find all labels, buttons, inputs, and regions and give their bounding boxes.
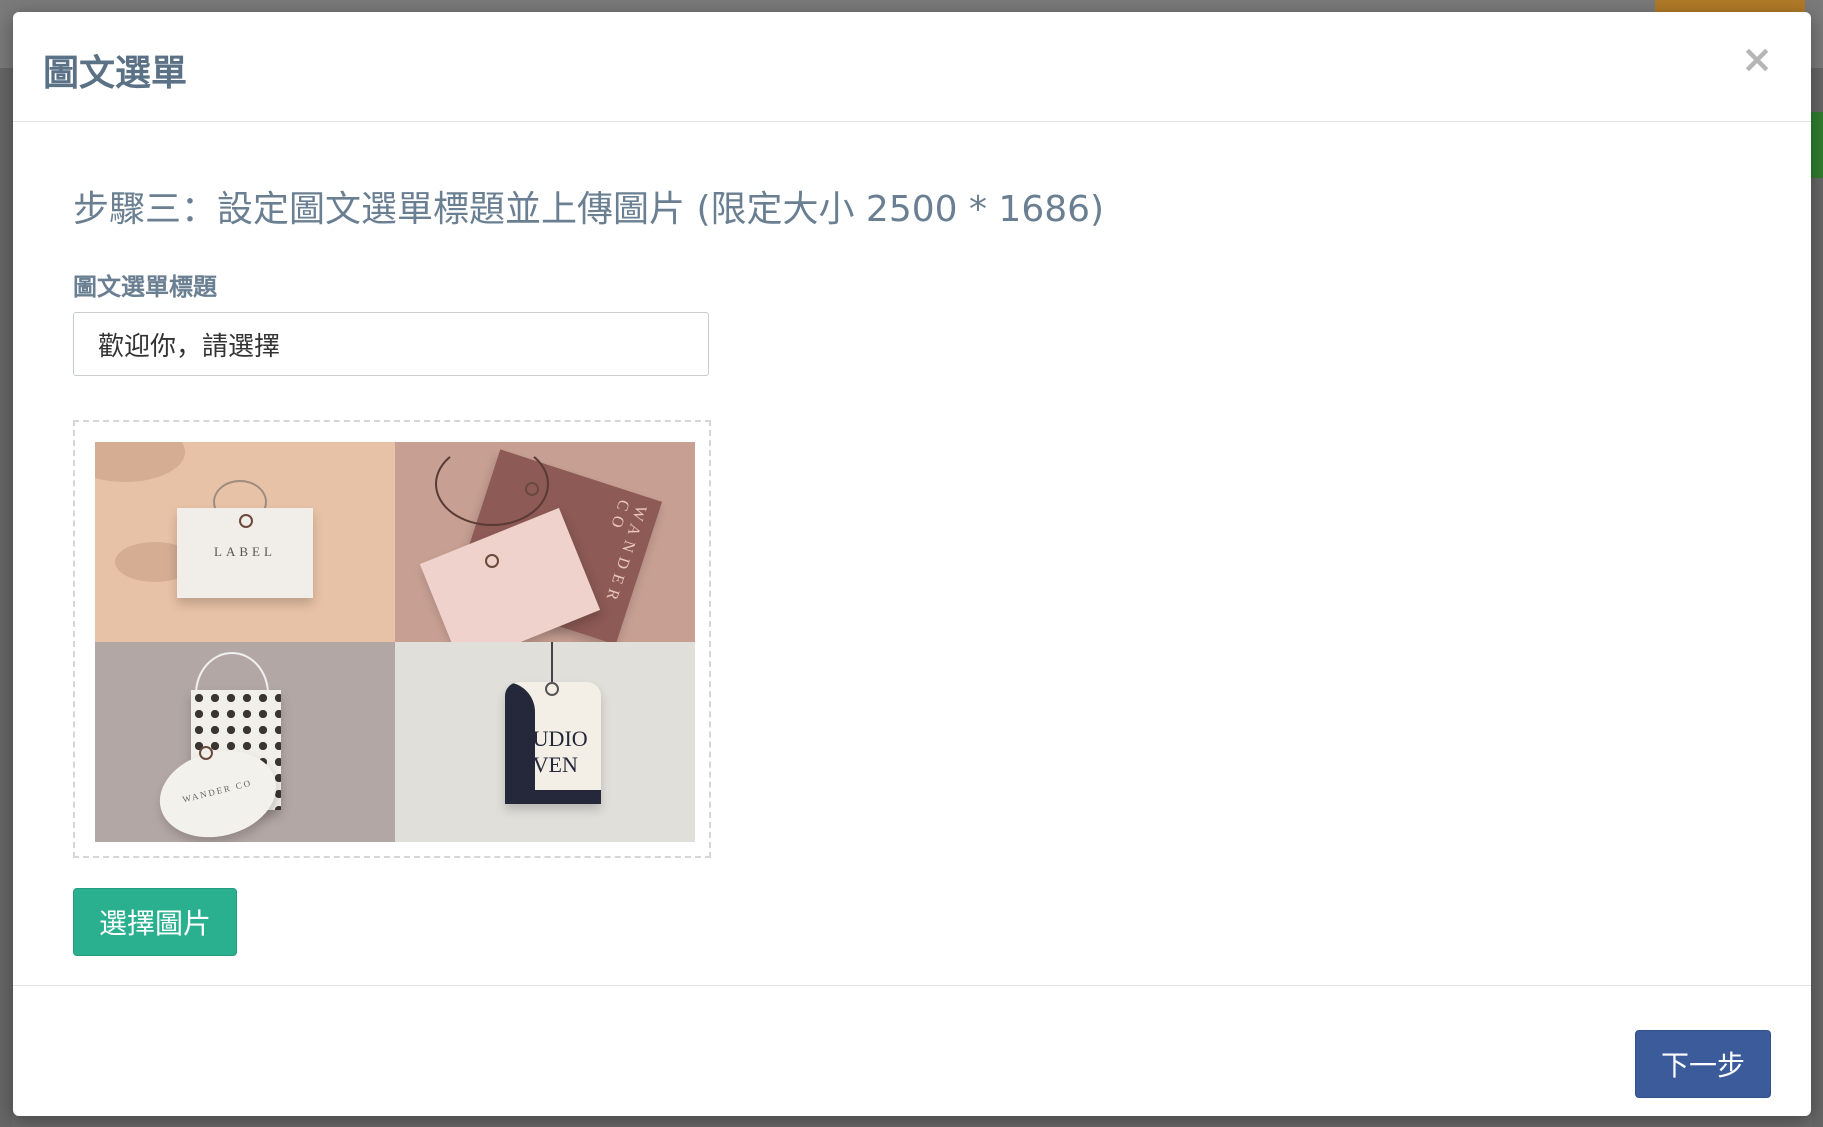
next-step-button[interactable]: 下一步 [1635,1030,1771,1098]
rich-menu-modal: 圖文選單 × 步驟三：設定圖文選單標題並上傳圖片 (限定大小 2500 * 16… [13,12,1811,1116]
image-preview: LABEL WANDER CO WANDER CO STUDIO SEVEN [95,442,695,842]
preview-tile-label: LABEL [95,442,395,642]
modal-title: 圖文選單 [43,53,188,94]
studio-tag: STUDIO SEVEN [505,682,601,804]
background-footer [12,1115,1812,1127]
title-field-label: 圖文選單標題 [73,273,217,301]
modal-footer: 下一步 [13,985,1811,1116]
preview-tile-wander: WANDER CO [395,442,695,642]
round-tag-text: WANDER CO [181,777,254,805]
preview-tile-studio: STUDIO SEVEN [395,642,695,842]
label-tag-text: LABEL [214,544,276,559]
step-heading: 步驟三：設定圖文選單標題並上傳圖片 (限定大小 2500 * 1686) [73,189,1105,230]
rich-menu-title-input[interactable] [73,312,709,376]
image-upload-area[interactable]: LABEL WANDER CO WANDER CO STUDIO SEVEN [73,420,711,858]
background-side-button [1810,112,1823,178]
preview-tile-dots: WANDER CO [95,642,395,842]
choose-image-button[interactable]: 選擇圖片 [73,888,237,956]
close-icon[interactable]: × [1741,40,1773,78]
studio-tag-text: STUDIO SEVEN [507,726,588,777]
modal-header: 圖文選單 × [13,12,1811,122]
